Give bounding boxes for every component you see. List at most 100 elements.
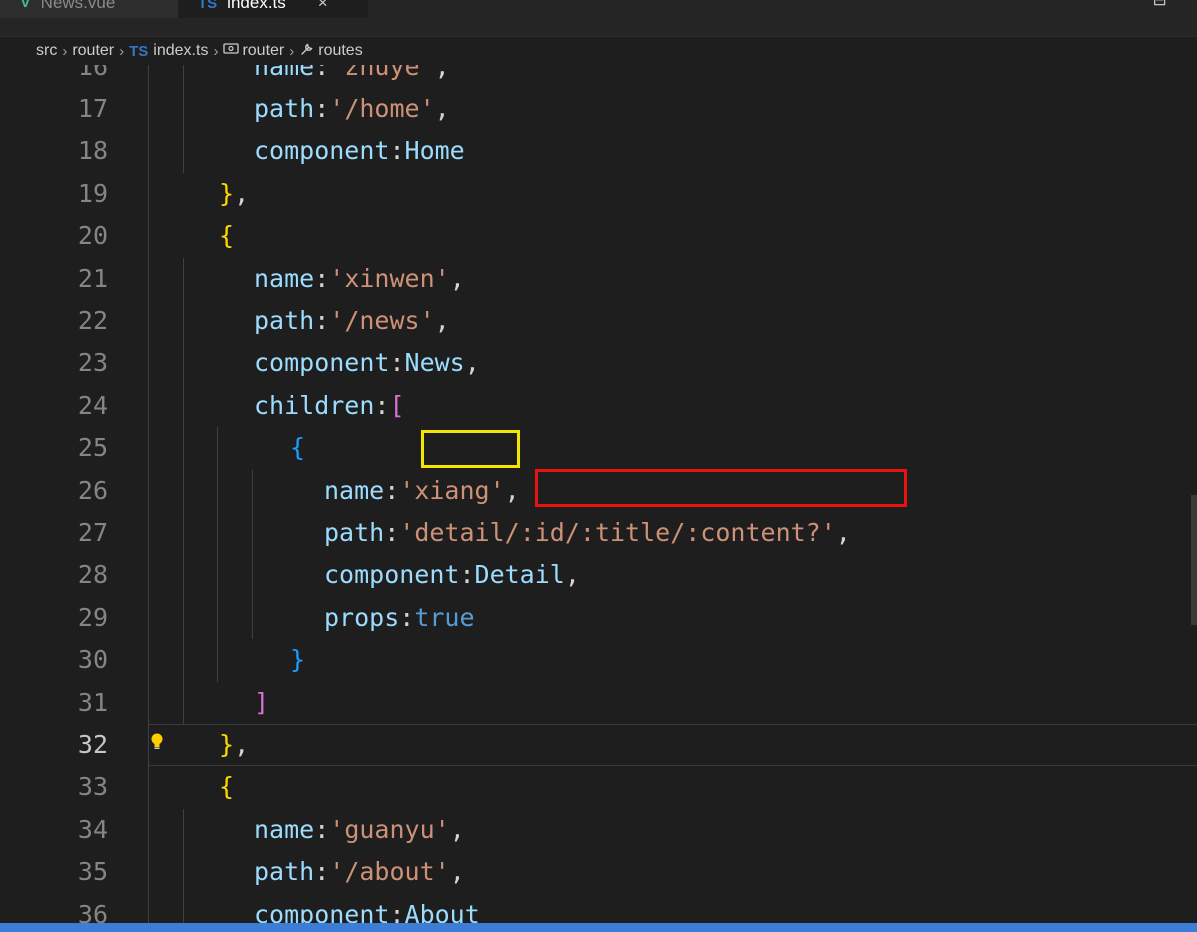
tab-index-ts[interactable]: TS index.ts × (178, 0, 368, 18)
code-line[interactable]: 23 component:News, (0, 342, 1197, 385)
code-text: }, (219, 724, 249, 766)
editor-actions: ⊟ ··· (1153, 0, 1193, 10)
code-line[interactable]: 27 path:'detail/:id/:title/:content?', (0, 512, 1197, 555)
code-line[interactable]: 28 component:Detail, (0, 554, 1197, 597)
code-token: true (414, 602, 475, 632)
indent-guide (217, 554, 218, 597)
indent-guide (148, 512, 149, 555)
code-token: About (404, 899, 480, 923)
line-number[interactable]: 18 (0, 130, 108, 172)
code-line[interactable]: 34 name:'guanyu', (0, 808, 1197, 852)
line-number[interactable]: 34 (0, 809, 108, 851)
code-text: name:'guanyu', (254, 809, 465, 851)
code-token: : (314, 814, 330, 844)
indent-guide (148, 724, 149, 767)
indent-guide (183, 554, 184, 597)
lightbulb-icon[interactable] (150, 732, 164, 754)
line-number[interactable]: 23 (0, 342, 108, 384)
code-line[interactable]: 17 path:'/home', (0, 88, 1197, 131)
indent-guide (252, 596, 253, 640)
code-line[interactable]: 29 props:true (0, 596, 1197, 640)
indent-guide (252, 469, 253, 512)
code-text: path:'detail/:id/:title/:content?', (324, 512, 851, 554)
code-token: path (254, 857, 315, 887)
indent-guide (183, 681, 184, 724)
breadcrumb-item-file[interactable]: index.ts (153, 42, 208, 60)
line-number[interactable]: 29 (0, 597, 108, 639)
code-text: component:Detail, (324, 554, 580, 596)
more-actions-icon[interactable]: ··· (1177, 0, 1193, 10)
code-token: , (564, 560, 580, 590)
indent-guide (183, 851, 184, 894)
chevron-right-icon: › (119, 42, 125, 60)
line-number[interactable]: 19 (0, 173, 108, 215)
line-number[interactable]: 31 (0, 682, 108, 724)
line-number[interactable]: 32 (0, 724, 108, 766)
variable-symbol-icon (223, 42, 240, 60)
indent-guide (183, 469, 184, 512)
breadcrumb-item-router-folder[interactable]: router (72, 42, 114, 60)
indent-guide (148, 808, 149, 852)
line-number[interactable]: 20 (0, 215, 108, 257)
code-line[interactable]: 21 name:'xinwen', (0, 257, 1197, 300)
code-line[interactable]: 24 children:[ (0, 384, 1197, 428)
code-line[interactable]: 20 { (0, 215, 1197, 258)
code-token: , (504, 475, 520, 505)
indent-guide (183, 808, 184, 852)
code-line[interactable]: 33 { (0, 766, 1197, 809)
chevron-right-icon: › (213, 42, 219, 60)
indent-guide (148, 681, 149, 724)
line-number[interactable]: 30 (0, 639, 108, 681)
indent-guide (217, 596, 218, 640)
close-icon[interactable]: × (318, 0, 328, 13)
tab-label: News.vue (40, 0, 116, 12)
code-token: name (254, 263, 315, 293)
line-number[interactable]: 26 (0, 470, 108, 512)
indent-guide (183, 257, 184, 300)
indent-guide (148, 88, 149, 131)
typescript-file-icon: TS (129, 42, 149, 60)
indent-guide (183, 300, 184, 343)
line-number[interactable]: 21 (0, 258, 108, 300)
indent-guide (148, 427, 149, 470)
indent-guide (148, 639, 149, 682)
current-line-highlight (148, 724, 1197, 767)
line-number[interactable]: 27 (0, 512, 108, 554)
indent-guide (183, 427, 184, 470)
code-line[interactable]: 22 path:'/news', (0, 300, 1197, 343)
code-text: component:News, (254, 342, 480, 384)
line-number[interactable]: 36 (0, 894, 108, 923)
code-text: { (290, 427, 305, 469)
code-token: , (835, 518, 851, 547)
line-number[interactable]: 25 (0, 427, 108, 469)
line-number[interactable]: 24 (0, 385, 108, 427)
chevron-right-icon: › (62, 42, 68, 60)
code-line[interactable]: 19}, (0, 172, 1197, 216)
code-line[interactable]: 31] (0, 681, 1197, 724)
split-editor-icon[interactable]: ⊟ (1153, 0, 1167, 10)
indent-guide (148, 384, 149, 428)
line-number[interactable]: 35 (0, 851, 108, 893)
indent-guide (148, 893, 149, 923)
line-number[interactable]: 22 (0, 300, 108, 342)
breadcrumb: src › router › TS index.ts › router › ro… (0, 37, 1197, 65)
line-number[interactable]: 28 (0, 554, 108, 596)
tab-news-vue[interactable]: V News.vue (0, 0, 178, 18)
code-line[interactable]: 35 path:'/about', (0, 851, 1197, 894)
code-token: '/about' (329, 857, 450, 887)
code-token: : (389, 136, 405, 166)
line-number[interactable]: 33 (0, 766, 108, 808)
line-number[interactable]: 17 (0, 88, 108, 130)
code-line[interactable]: 30} (0, 639, 1197, 682)
breadcrumb-item-routes[interactable]: routes (318, 42, 362, 60)
indent-guide (217, 427, 218, 470)
indent-guide (148, 257, 149, 300)
code-token: , (234, 178, 250, 208)
code-token: } (219, 730, 235, 759)
breadcrumb-item-src[interactable]: src (36, 42, 57, 60)
breadcrumb-item-router-symbol[interactable]: router (242, 42, 284, 60)
code-line[interactable]: 18 component:Home (0, 130, 1197, 173)
code-line[interactable]: 25 { (0, 427, 1197, 470)
code-line[interactable]: 32}, (0, 724, 1197, 767)
code-line[interactable]: 36 component:About (0, 893, 1197, 923)
